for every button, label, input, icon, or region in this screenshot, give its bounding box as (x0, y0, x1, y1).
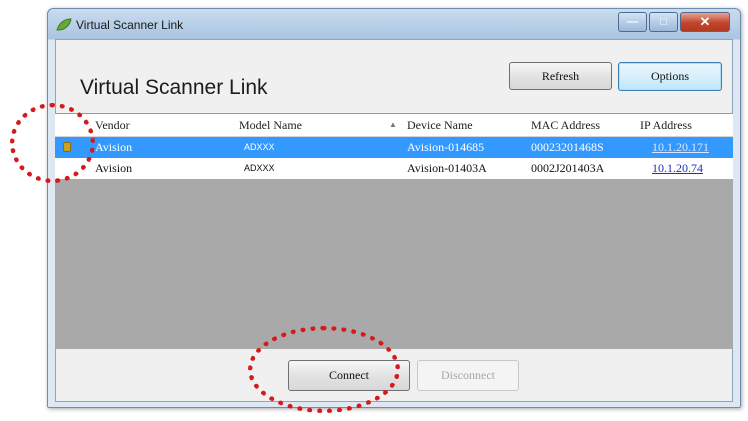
app-window: Virtual Scanner Link — □ ✕ Virtual Scann… (47, 8, 741, 408)
cell-device-name: Avision-014685 (407, 140, 485, 154)
scanner-list[interactable]: Vendor Model Name ▲ Device Name MAC Addr… (55, 113, 733, 349)
column-header-ip-address[interactable]: IP Address (640, 114, 692, 136)
cell-ip-address-link[interactable]: 10.1.20.171 (652, 137, 709, 158)
maximize-icon: □ (660, 16, 667, 28)
cell-vendor: Avision (95, 161, 133, 175)
column-header-model-name[interactable]: Model Name (239, 114, 302, 136)
close-button[interactable]: ✕ (680, 12, 730, 32)
minimize-icon: — (627, 16, 638, 28)
page-title: Virtual Scanner Link (80, 76, 268, 99)
disconnect-button: Disconnect (417, 360, 519, 391)
window-title: Virtual Scanner Link (76, 18, 184, 32)
maximize-button[interactable]: □ (649, 12, 678, 32)
column-header-vendor[interactable]: Vendor (95, 114, 130, 136)
cell-device-name: Avision-01403A (407, 161, 487, 175)
column-header-mac-address[interactable]: MAC Address (531, 114, 600, 136)
list-header: Vendor Model Name ▲ Device Name MAC Addr… (55, 114, 733, 137)
table-row[interactable]: Avision ADXXX Avision-01403A 0002J201403… (55, 158, 733, 179)
cell-mac-address: 00023201468S (531, 140, 604, 154)
cell-model-name: ADXXX (244, 142, 275, 152)
title-bar[interactable]: Virtual Scanner Link — □ ✕ (48, 9, 740, 39)
highlight-circle-row-icon (10, 103, 95, 183)
cell-model-name: ADXXX (244, 163, 275, 173)
refresh-button[interactable]: Refresh (509, 62, 612, 90)
app-leaf-icon (56, 18, 72, 31)
cell-ip-address-link[interactable]: 10.1.20.74 (652, 158, 703, 179)
table-row-selected[interactable]: Avision ADXXX Avision-014685 00023201468… (55, 137, 733, 158)
highlight-circle-connect (248, 326, 400, 413)
minimize-button[interactable]: — (618, 12, 647, 32)
client-area: Virtual Scanner Link Refresh Options Ven… (55, 39, 733, 402)
sort-ascending-icon: ▲ (389, 120, 397, 129)
column-header-device-name[interactable]: Device Name (407, 114, 473, 136)
cell-vendor: Avision (95, 140, 133, 154)
cell-mac-address: 0002J201403A (531, 161, 605, 175)
close-icon: ✕ (699, 14, 711, 29)
options-button[interactable]: Options (618, 62, 722, 91)
